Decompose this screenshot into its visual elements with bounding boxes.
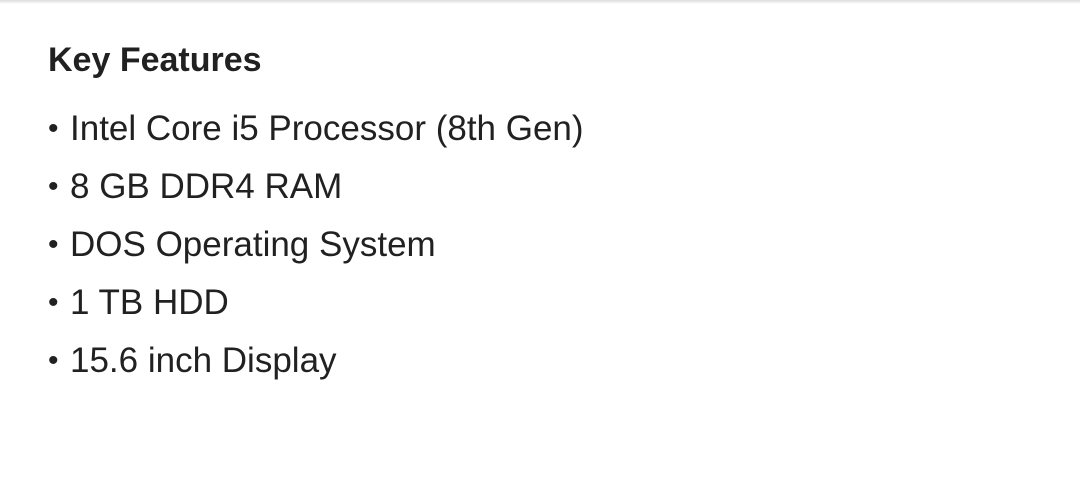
- top-divider-shadow: [0, 0, 1080, 4]
- bullet-icon: •: [48, 170, 59, 203]
- feature-list: • Intel Core i5 Processor (8th Gen) • 8 …: [48, 92, 1040, 398]
- bullet-icon: •: [48, 228, 59, 261]
- bullet-icon: •: [48, 344, 59, 377]
- feature-item: • 15.6 inch Display: [48, 324, 1040, 398]
- feature-text: 1 TB HDD: [70, 283, 229, 322]
- feature-text: DOS Operating System: [70, 225, 436, 264]
- feature-text: Intel Core i5 Processor (8th Gen): [70, 109, 584, 148]
- section-heading: Key Features: [48, 41, 262, 79]
- key-features-section: Key Features • Intel Core i5 Processor (…: [48, 38, 1040, 398]
- bullet-icon: •: [48, 286, 59, 319]
- feature-text: 8 GB DDR4 RAM: [70, 167, 343, 206]
- feature-text: 15.6 inch Display: [70, 341, 337, 380]
- product-details-panel: Key Features • Intel Core i5 Processor (…: [0, 0, 1080, 490]
- bullet-icon: •: [48, 112, 59, 145]
